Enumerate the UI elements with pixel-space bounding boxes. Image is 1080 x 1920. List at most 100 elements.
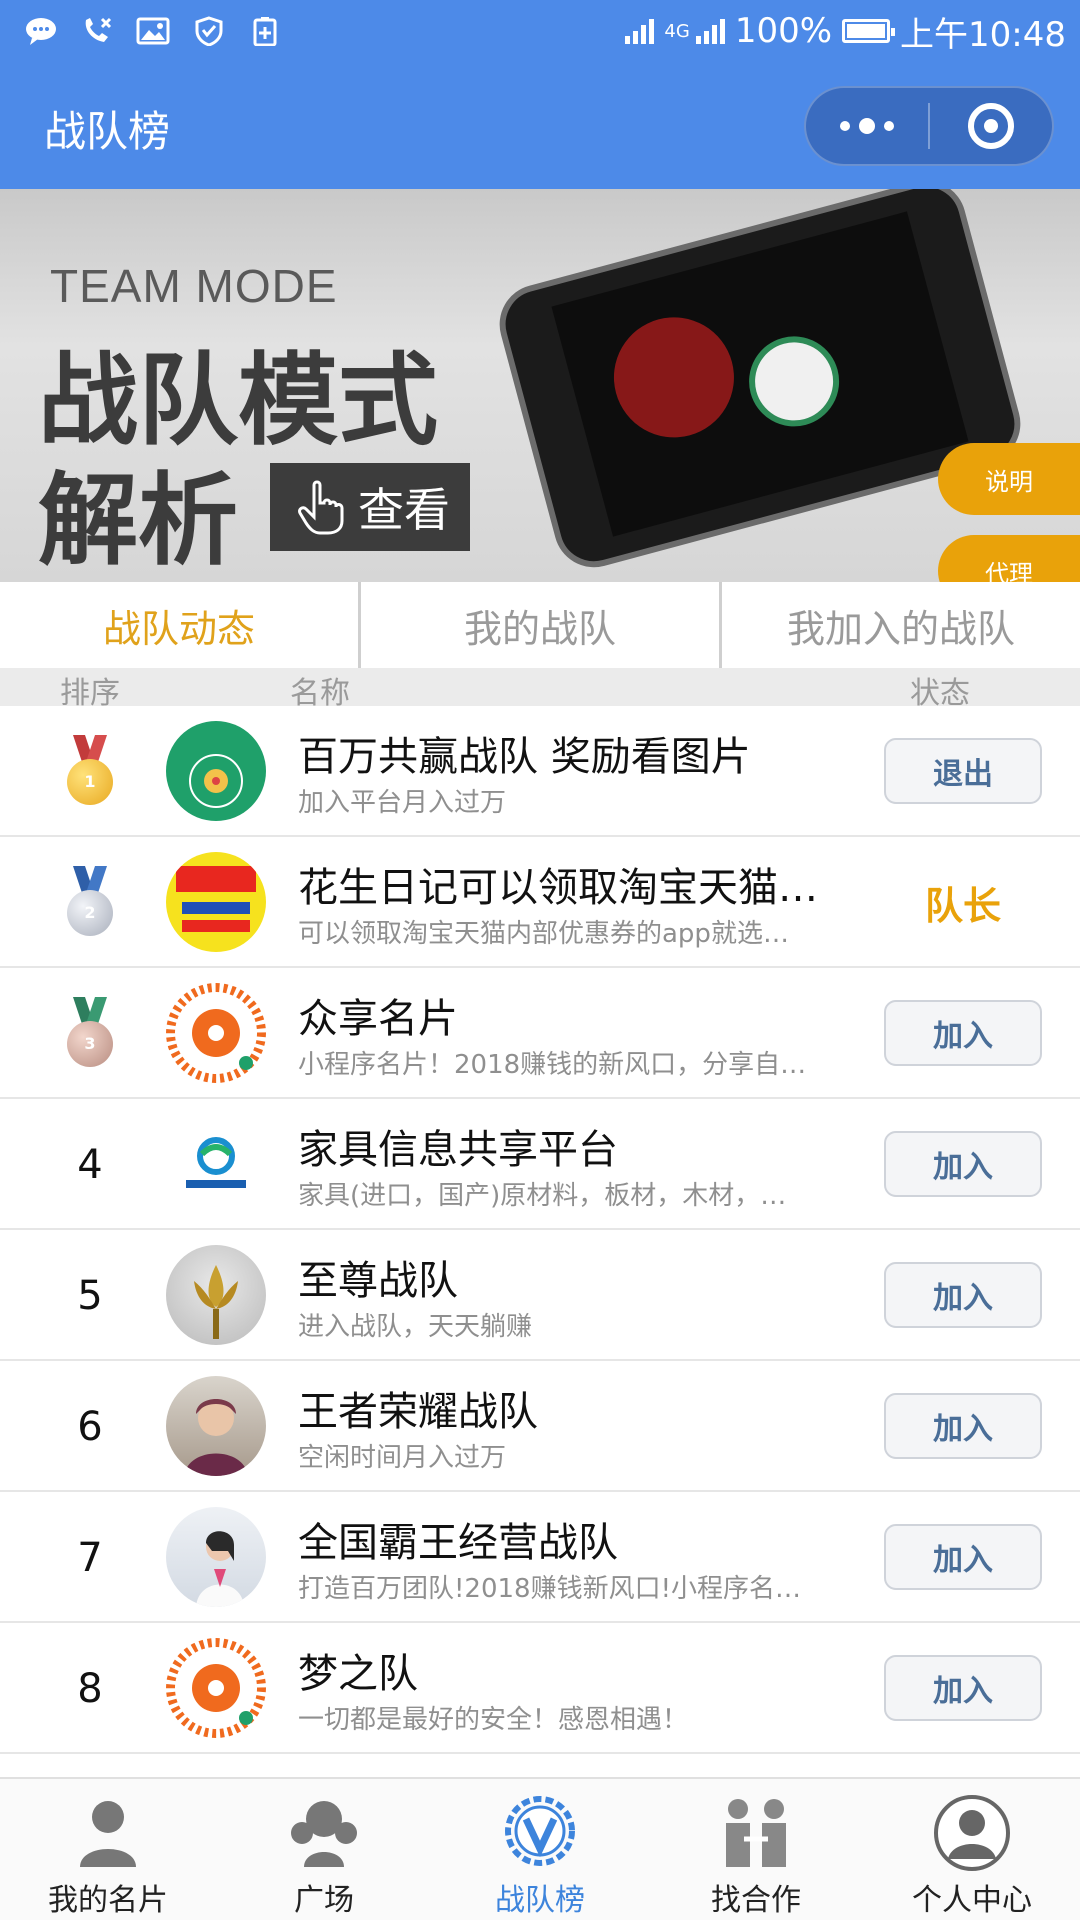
silver-medal-icon: 2	[65, 865, 115, 940]
person-card-icon	[80, 1801, 136, 1867]
team-desc: 可以领取淘宝天猫内部优惠券的app就选…	[298, 919, 789, 949]
page-title: 战队榜	[44, 107, 171, 156]
explain-button[interactable]: 说明	[938, 443, 1080, 515]
join-button[interactable]: 加入	[884, 1000, 1042, 1066]
top-bar: 4G 100% 上午10:48 战队榜	[0, 0, 1080, 189]
team-row[interactable]: 5 至尊战队 进入战队，天天躺赚 加入	[0, 1230, 1080, 1361]
handshake-icon	[726, 1799, 786, 1867]
hand-pointer-icon	[298, 480, 344, 535]
gold-medal-icon: 1	[65, 734, 115, 809]
close-button[interactable]	[930, 88, 1052, 164]
rank-number: 7	[77, 1534, 103, 1581]
banner-carousel[interactable]: TEAM MODE 战队模式 解析 查看 说明 代理	[0, 189, 1080, 582]
network-type: 4G	[664, 20, 690, 42]
rank-number: 5	[77, 1272, 103, 1319]
team-avatar	[166, 1507, 266, 1607]
team-desc: 打造百万团队!2018赚钱新风口!小程序名…	[298, 1574, 802, 1604]
rank-number: 6	[77, 1403, 103, 1450]
team-avatar	[166, 1114, 266, 1214]
nav-team-rank[interactable]: 战队榜	[432, 1779, 648, 1920]
phone-image	[490, 189, 1030, 577]
v-badge-icon	[505, 1796, 575, 1866]
notification-icons	[24, 16, 282, 46]
target-icon	[968, 103, 1014, 149]
banner-en-title: TEAM MODE	[50, 260, 338, 312]
banner-title-line2: 解析	[38, 462, 238, 579]
team-avatar	[166, 1376, 266, 1476]
tab-team-activity[interactable]: 战队动态	[0, 582, 358, 668]
team-title: 家具信息共享平台	[298, 1127, 618, 1173]
join-button[interactable]: 加入	[884, 1655, 1042, 1721]
list-header: 排序 名称 状态	[0, 668, 1080, 711]
team-title: 花生日记可以领取淘宝天猫…	[298, 865, 818, 911]
nav-my-card[interactable]: 我的名片	[0, 1779, 216, 1920]
banner-view-button[interactable]: 查看	[270, 463, 470, 551]
team-title: 至尊战队	[298, 1258, 458, 1304]
team-title: 梦之队	[298, 1651, 418, 1697]
battery-plus-icon	[248, 16, 282, 46]
mini-program-capsule	[804, 86, 1054, 166]
join-button[interactable]: 加入	[884, 1393, 1042, 1459]
shield-icon	[192, 16, 226, 46]
team-desc: 进入战队，天天躺赚	[298, 1312, 533, 1342]
team-desc: 空闲时间月入过万	[298, 1443, 507, 1473]
join-button[interactable]: 加入	[884, 1262, 1042, 1328]
nav-label: 我的名片	[48, 1883, 168, 1918]
status-bar: 4G 100% 上午10:48	[0, 0, 1080, 62]
team-title: 全国霸王经营战队	[298, 1520, 618, 1566]
team-row[interactable]: 8 梦之队 一切都是最好的安全！感恩相遇！ 加入	[0, 1623, 1080, 1754]
team-row[interactable]: 7 全国霸王经营战队 打造百万团队!2018赚钱新风口!小程序名… 加入	[0, 1492, 1080, 1623]
nav-label: 广场	[294, 1883, 354, 1918]
battery-percent: 100%	[734, 11, 833, 51]
team-tabs: 战队动态 我的战队 我加入的战队	[0, 582, 1080, 668]
rank-cell: 1	[40, 706, 140, 837]
team-avatar	[166, 1245, 266, 1345]
nav-cooperation[interactable]: 找合作	[648, 1779, 864, 1920]
team-avatar	[166, 1638, 266, 1738]
clock: 上午10:48	[900, 14, 1066, 55]
signal-icon-2	[695, 18, 725, 44]
nav-profile[interactable]: 个人中心	[864, 1779, 1080, 1920]
quit-button[interactable]: 退出	[884, 738, 1042, 804]
team-title: 百万共赢战队 奖励看图片	[298, 734, 751, 780]
bottom-nav: 我的名片 广场 战队榜 找合作 个人中心	[0, 1777, 1080, 1920]
team-avatar	[166, 983, 266, 1083]
team-row[interactable]: 2 花生日记可以领取淘宝天猫… 可以领取淘宝天猫内部优惠券的app就选… 队长	[0, 837, 1080, 968]
missed-call-icon	[80, 16, 114, 46]
leader-badge: 队长	[924, 883, 1001, 928]
tab-my-team[interactable]: 我的战队	[358, 582, 719, 668]
rank-number: 8	[77, 1665, 103, 1712]
team-avatar	[166, 721, 266, 821]
nav-label: 战队榜	[495, 1883, 585, 1918]
nav-label: 找合作	[711, 1883, 801, 1918]
image-icon	[136, 16, 170, 46]
battery-icon	[842, 19, 896, 43]
rank-cell: 3	[40, 968, 140, 1099]
bronze-medal-icon: 3	[65, 996, 115, 1071]
team-title: 众享名片	[298, 996, 458, 1042]
signal-icon	[625, 18, 655, 44]
user-circle-icon	[934, 1795, 1010, 1871]
agent-button[interactable]: 代理	[938, 535, 1080, 582]
more-button[interactable]	[806, 88, 928, 164]
team-desc: 加入平台月入过万	[298, 788, 507, 818]
team-avatar	[166, 852, 266, 952]
nav-square[interactable]: 广场	[216, 1779, 432, 1920]
team-row[interactable]: 4 家具信息共享平台 家具(进口，国产)原材料，板材，木材，… 加入	[0, 1099, 1080, 1230]
system-status: 4G 100% 上午10:48	[625, 7, 1066, 56]
rank-number: 4	[77, 1141, 103, 1188]
banner-view-label: 查看	[358, 483, 450, 537]
team-row[interactable]: 1 百万共赢战队 奖励看图片 加入平台月入过万 退出	[0, 706, 1080, 837]
team-row[interactable]: 6 王者荣耀战队 空闲时间月入过万 加入	[0, 1361, 1080, 1492]
team-row[interactable]: 3 众享名片 小程序名片！2018赚钱的新风口，分享自… 加入	[0, 968, 1080, 1099]
nav-label: 个人中心	[912, 1883, 1032, 1918]
tab-joined-teams[interactable]: 我加入的战队	[719, 582, 1080, 668]
team-desc: 一切都是最好的安全！感恩相遇！	[298, 1705, 689, 1735]
group-icon	[291, 1801, 357, 1867]
team-desc: 小程序名片！2018赚钱的新风口，分享自…	[298, 1050, 807, 1080]
chat-icon	[24, 16, 58, 46]
join-button[interactable]: 加入	[884, 1524, 1042, 1590]
team-desc: 家具(进口，国产)原材料，板材，木材，…	[298, 1181, 787, 1211]
join-button[interactable]: 加入	[884, 1131, 1042, 1197]
team-list: 1 百万共赢战队 奖励看图片 加入平台月入过万 退出 2 花生日记可以领取淘宝天…	[0, 706, 1080, 1754]
